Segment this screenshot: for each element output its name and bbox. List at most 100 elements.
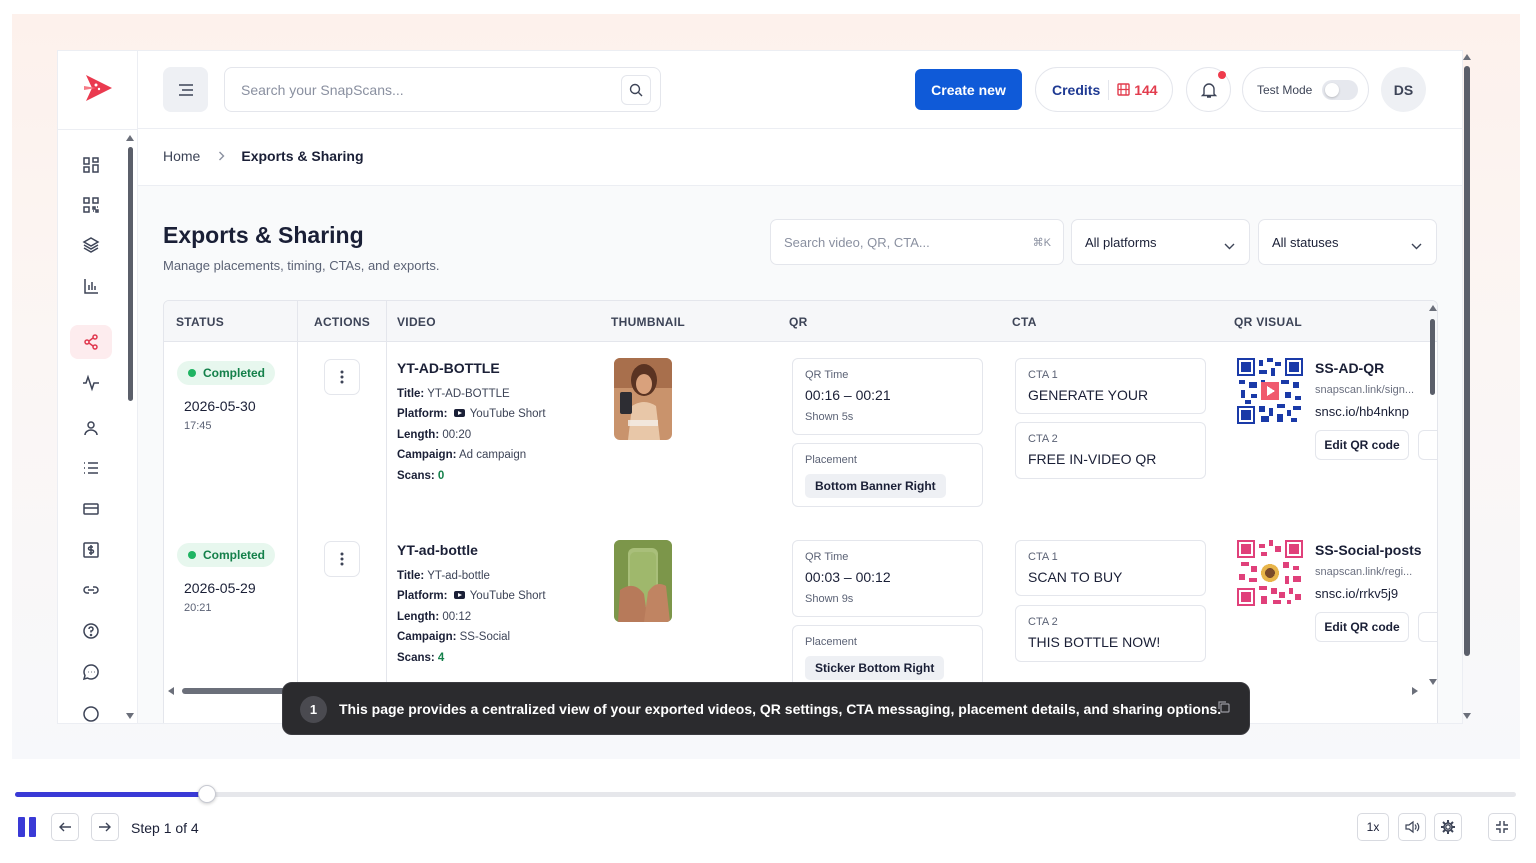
qr-code-image[interactable] [1237,540,1303,606]
test-mode-switch[interactable] [1322,79,1359,100]
layers-icon[interactable] [78,232,104,258]
playback-speed-button[interactable]: 1x [1357,813,1389,841]
playback-progress-bar[interactable] [15,785,1516,803]
chevron-down-icon [1224,237,1235,255]
help-icon[interactable] [78,618,104,644]
breadcrumb-home[interactable]: Home [163,148,200,164]
qr-name: SS-Social-posts [1315,542,1422,558]
qr-short-link[interactable]: snsc.io/rrkv5j9 [1315,586,1398,601]
edit-qr-button[interactable]: Edit QR code [1315,612,1409,642]
menu-toggle-button[interactable] [163,67,208,112]
table-scroll-thumb[interactable] [1430,319,1435,395]
exit-fullscreen-button[interactable] [1488,813,1516,841]
cta1-card: CTA 1 SCAN TO BUY [1015,540,1206,596]
progress-scrubber[interactable] [198,785,217,803]
table-row[interactable]: Completed 2026-05-30 17:45 YT-AD-BOTTLE … [164,342,1437,524]
analytics-icon[interactable] [78,273,104,299]
window-scroll-thumb[interactable] [1464,66,1470,656]
list-icon[interactable] [78,455,104,481]
qr-shown-duration: Shown 5s [805,411,854,423]
table-row[interactable]: Completed 2026-05-29 20:21 YT-ad-bottle … [164,524,1437,706]
credits-button[interactable]: Credits 144 [1035,67,1173,112]
qr-short-link[interactable]: snsc.io/hb4nknp [1315,404,1409,419]
video-name[interactable]: YT-AD-BOTTLE [397,360,500,376]
main-content: Exports & Sharing Manage placements, tim… [138,186,1462,723]
next-step-button[interactable] [91,813,119,841]
film-icon [1117,83,1130,96]
scroll-right-icon[interactable] [1412,687,1418,695]
sidebar-scrollbar[interactable] [126,135,134,721]
link-icon[interactable] [78,577,104,603]
cta1-label: CTA 1 [1028,551,1058,563]
platform-select[interactable]: All platforms [1071,219,1250,265]
cta2-card: CTA 2 FREE IN-VIDEO QR [1015,422,1206,479]
settings-button[interactable] [1434,813,1462,841]
column-header-actions[interactable]: ACTIONS [314,315,370,329]
dashboard-icon[interactable] [78,152,104,178]
scroll-down-icon[interactable] [1429,679,1437,685]
search-icon[interactable] [621,75,651,105]
video-name[interactable]: YT-ad-bottle [397,542,478,558]
column-header-thumbnail[interactable]: THUMBNAIL [611,315,685,329]
video-title-line: Title: YT-ad-bottle [397,570,490,582]
test-mode-toggle[interactable]: Test Mode [1242,67,1369,112]
hamburger-icon [178,83,193,96]
table-search-placeholder: Search video, QR, CTA... [784,235,930,250]
speaker-icon [1405,820,1420,834]
video-length: 00:12 [442,611,472,623]
column-header-cta[interactable]: CTA [1012,315,1037,329]
qr-code-image[interactable] [1237,358,1303,424]
activity-icon[interactable] [78,370,104,396]
app-logo-icon[interactable] [82,73,114,103]
placement-value: Bottom Banner Right [805,474,946,498]
length-label: Length: [397,611,440,623]
row-actions-button[interactable] [324,541,360,577]
table-vertical-scrollbar[interactable] [1427,301,1437,696]
share-icon[interactable] [70,325,112,359]
video-thumbnail[interactable] [614,540,672,622]
previous-step-button[interactable] [51,813,79,841]
scroll-up-icon[interactable] [1463,54,1471,60]
scroll-down-icon[interactable] [1463,713,1471,719]
cta1-text: GENERATE YOUR [1028,387,1149,403]
row-actions-button[interactable] [324,359,360,395]
billing-card-icon[interactable] [78,496,104,522]
user-icon[interactable] [78,415,104,441]
qr-shown-duration: Shown 9s [805,593,854,605]
placement-label: Placement [805,454,857,466]
tour-tooltip: 1 This page provides a centralized view … [282,682,1250,735]
youtube-icon [453,591,465,599]
column-header-qr-visual[interactable]: QR VISUAL [1234,315,1302,329]
column-header-status[interactable]: STATUS [176,315,224,329]
video-thumbnail[interactable] [614,358,672,440]
scroll-up-icon[interactable] [126,135,134,141]
video-scans: 4 [437,652,445,664]
create-new-button[interactable]: Create new [915,69,1022,110]
cta1-label: CTA 1 [1028,369,1058,381]
table-search-input[interactable]: Search video, QR, CTA... ⌘K [770,219,1064,265]
user-avatar[interactable]: DS [1381,67,1426,112]
edit-qr-button[interactable]: Edit QR code [1315,430,1409,460]
more-nav-icon[interactable] [78,701,104,723]
status-select[interactable]: All statuses [1258,219,1437,265]
pause-button[interactable] [17,817,37,837]
window-scrollbar[interactable] [1460,50,1474,724]
column-header-video[interactable]: VIDEO [397,315,436,329]
export-date: 2026-05-29 [184,580,256,596]
qr-code-icon[interactable] [78,192,104,218]
scroll-down-icon[interactable] [126,713,134,719]
notifications-button[interactable] [1186,67,1231,112]
scroll-left-icon[interactable] [168,687,174,695]
pricing-dollar-icon[interactable] [78,537,104,563]
global-search-input[interactable]: Search your SnapScans... [224,67,661,112]
volume-button[interactable] [1398,813,1426,841]
copy-icon[interactable] [1217,700,1233,716]
video-campaign-line: Campaign: Ad campaign [397,449,526,461]
column-header-qr[interactable]: QR [789,315,808,329]
qr-destination-link[interactable]: snapscan.link/sign... [1315,384,1425,396]
cta2-text: THIS BOTTLE NOW! [1028,634,1161,650]
chat-icon[interactable] [78,659,104,685]
scroll-up-icon[interactable] [1429,305,1437,311]
sidebar-scroll-thumb[interactable] [128,147,133,401]
qr-destination-link[interactable]: snapscan.link/regi... [1315,566,1425,578]
